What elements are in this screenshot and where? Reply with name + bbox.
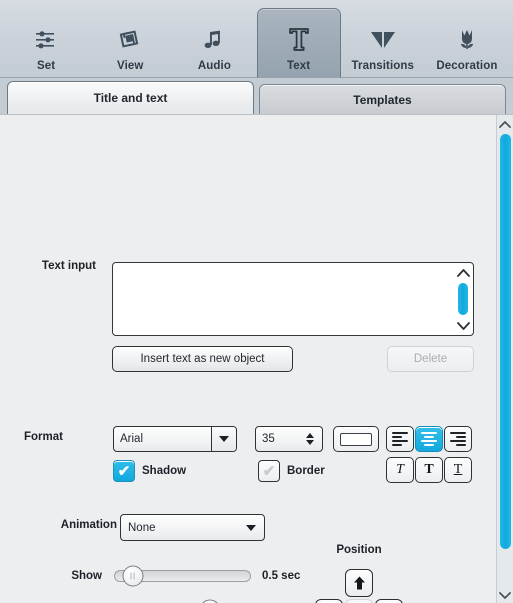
- toolbar-item-set[interactable]: Set: [4, 8, 88, 78]
- duration-slider-handle[interactable]: [199, 599, 220, 603]
- tab-label: Title and text: [93, 91, 168, 105]
- text-input-box[interactable]: [112, 262, 474, 336]
- sliders-icon: [33, 23, 59, 57]
- align-center-button[interactable]: [415, 426, 443, 452]
- italic-icon: T: [396, 462, 404, 477]
- align-left-icon: [392, 432, 408, 446]
- position-up-button[interactable]: [345, 569, 373, 597]
- text-color-swatch-button[interactable]: [333, 426, 379, 452]
- scroll-track[interactable]: [453, 279, 473, 319]
- settings-panel: Text input Insert text as new object Del…: [0, 114, 513, 603]
- caret-down-icon: [306, 440, 314, 445]
- panel-scrollbar[interactable]: [496, 115, 513, 603]
- scroll-thumb[interactable]: [458, 283, 468, 315]
- position-label: Position: [336, 544, 382, 556]
- delete-button[interactable]: Delete: [387, 346, 474, 372]
- show-slider-handle[interactable]: [122, 565, 144, 587]
- font-family-dropdown[interactable]: Arial: [113, 426, 237, 452]
- font-size-stepper[interactable]: 35: [255, 426, 323, 452]
- caret-down-icon[interactable]: [238, 524, 264, 531]
- toolbar-item-label: Decoration: [436, 60, 498, 72]
- border-checkbox-row[interactable]: ✔ Border: [258, 460, 325, 482]
- align-right-icon: [450, 432, 466, 446]
- caret-up-icon: [306, 433, 314, 438]
- align-left-button[interactable]: [386, 426, 414, 452]
- tab-strip: Title and text Templates: [0, 78, 513, 114]
- font-size-value: 35: [262, 433, 275, 445]
- tab-title-and-text[interactable]: Title and text: [7, 81, 254, 114]
- text-editor-panel: Set View Audio Text Transitions Decorati…: [0, 0, 513, 603]
- chevron-up-icon[interactable]: [453, 265, 473, 279]
- bold-icon: T: [424, 462, 434, 477]
- main-toolbar: Set View Audio Text Transitions Decorati…: [0, 0, 513, 78]
- stepper-arrows[interactable]: [302, 427, 322, 451]
- insert-button-label: Insert text as new object: [140, 353, 265, 365]
- underline-button[interactable]: T: [444, 457, 472, 483]
- toolbar-item-label: Transitions: [351, 60, 414, 72]
- text-input-label: Text input: [41, 260, 96, 272]
- show-value: 0.5 sec: [262, 570, 301, 582]
- shadow-checkbox-row[interactable]: ✔ Shadow: [113, 460, 186, 482]
- italic-button[interactable]: T: [386, 457, 414, 483]
- border-checkbox[interactable]: ✔: [258, 460, 280, 482]
- chevron-up-icon[interactable]: [497, 115, 513, 132]
- position-left-button[interactable]: [315, 599, 343, 603]
- animation-value: None: [128, 521, 156, 534]
- show-duration-row: Show 0.5 sec: [24, 565, 301, 587]
- format-label: Format: [24, 431, 63, 443]
- delete-button-label: Delete: [413, 353, 448, 365]
- tab-templates[interactable]: Templates: [259, 84, 506, 114]
- underline-icon: T: [453, 462, 463, 477]
- toolbar-item-label: Set: [36, 60, 56, 72]
- font-family-value: Arial: [120, 433, 144, 445]
- toolbar-item-view[interactable]: View: [88, 8, 172, 78]
- arrow-up-icon: [353, 576, 365, 590]
- panel-scroll-thumb[interactable]: [499, 134, 511, 549]
- align-right-button[interactable]: [444, 426, 472, 452]
- align-center-icon: [421, 432, 437, 446]
- animation-label: Animation: [60, 519, 117, 531]
- tulip-flower-icon: [454, 23, 480, 57]
- settings-content: Text input Insert text as new object Del…: [0, 115, 496, 603]
- toolbar-item-transitions[interactable]: Transitions: [341, 8, 425, 78]
- animation-dropdown[interactable]: None: [120, 514, 265, 541]
- position-right-button[interactable]: [375, 599, 403, 603]
- photo-frames-icon: [116, 23, 144, 57]
- position-center-button[interactable]: [345, 599, 373, 603]
- text-input-field[interactable]: [113, 263, 453, 335]
- toolbar-item-audio[interactable]: Audio: [172, 8, 256, 78]
- tab-label: Templates: [353, 92, 412, 107]
- show-slider[interactable]: [114, 565, 251, 587]
- toolbar-item-label: Audio: [197, 60, 231, 72]
- insert-text-as-new-object-button[interactable]: Insert text as new object: [112, 346, 293, 372]
- caret-down-icon[interactable]: [211, 427, 236, 451]
- text-input-scrollbar[interactable]: [453, 263, 473, 335]
- border-label: Border: [287, 465, 325, 477]
- shadow-label: Shadow: [142, 465, 187, 477]
- chevron-down-icon[interactable]: [453, 319, 473, 333]
- bold-button[interactable]: T: [415, 457, 443, 483]
- toolbar-item-decoration[interactable]: Decoration: [425, 8, 509, 78]
- transition-triangles-icon: [368, 23, 398, 57]
- toolbar-item-label: View: [117, 60, 144, 72]
- chevron-down-icon[interactable]: [497, 587, 513, 603]
- serif-t-icon: [286, 23, 312, 57]
- toolbar-item-label: Text: [287, 60, 311, 72]
- show-label: Show: [71, 570, 102, 582]
- toolbar-item-text[interactable]: Text: [256, 8, 341, 78]
- panel-scroll-track[interactable]: [497, 132, 513, 587]
- shadow-checkbox[interactable]: ✔: [113, 460, 135, 482]
- music-note-icon: [202, 23, 226, 57]
- color-swatch-preview: [340, 432, 372, 446]
